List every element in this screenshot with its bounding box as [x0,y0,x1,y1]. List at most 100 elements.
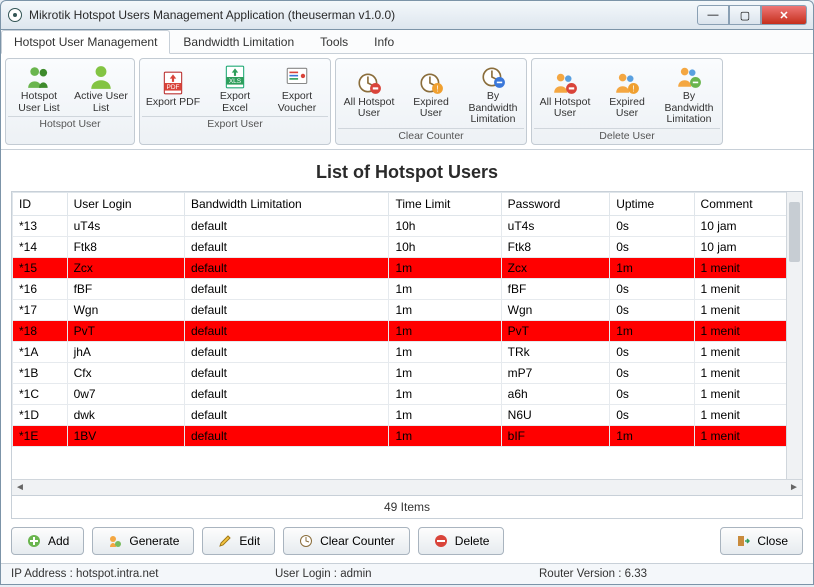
svg-text:XLS: XLS [229,78,242,85]
table-row[interactable]: *15Zcxdefault1mZcx1m1 menit [13,257,802,278]
export-pdf-button[interactable]: PDF Export PDF [142,61,204,116]
table-cell: 0s [610,404,694,425]
table-cell: Cfx [67,362,184,383]
table-cell: 1BV [67,425,184,446]
action-bar: Add Generate Edit Clear Counter Delete [11,519,803,559]
export-voucher-button[interactable]: Export Voucher [266,61,328,116]
delete-all-hotspot-user-button[interactable]: All Hotspot User [534,61,596,128]
close-button[interactable]: Close [720,527,803,555]
table-cell: *1A [13,341,68,362]
table-cell: default [184,362,389,383]
table-row[interactable]: *1E1BVdefault1mbIF1m1 menit [13,425,802,446]
table-cell: default [184,404,389,425]
table-cell: *18 [13,320,68,341]
status-router: Router Version : 6.33 [539,568,803,580]
vertical-scrollbar[interactable] [786,192,802,479]
delete-button[interactable]: Delete [418,527,505,555]
pdf-icon: PDF [160,69,186,97]
table-row[interactable]: *17Wgndefault1mWgn0s1 menit [13,299,802,320]
column-header[interactable]: ID [13,192,68,215]
table-cell: *1D [13,404,68,425]
table-row[interactable]: *1AjhAdefault1mTRk0s1 menit [13,341,802,362]
table-cell: default [184,278,389,299]
table-cell: 0s [610,362,694,383]
table-cell: 1m [389,383,501,404]
table-cell: *14 [13,236,68,257]
column-header[interactable]: Bandwidth Limitation [184,192,389,215]
clear-by-bandwidth-button[interactable]: By Bandwidth Limitation [462,61,524,128]
table-cell: uT4s [501,215,610,236]
clock-link-icon [480,63,506,91]
close-window-button[interactable]: ✕ [761,5,807,25]
clear-counter-button[interactable]: Clear Counter [283,527,410,555]
tab-hotspot-user-management[interactable]: Hotspot User Management [1,30,170,54]
edit-button[interactable]: Edit [202,527,275,555]
minus-icon [433,533,449,549]
svg-text:PDF: PDF [167,84,180,91]
active-user-list-button[interactable]: Active User List [70,61,132,116]
delete-expired-user-button[interactable]: ! Expired User [596,61,658,128]
table-cell: Zcx [67,257,184,278]
table-cell: PvT [67,320,184,341]
table-cell: default [184,341,389,362]
table-cell: 1m [389,362,501,383]
horizontal-scrollbar[interactable]: ◄► [12,479,802,495]
table-cell: bIF [501,425,610,446]
table-cell: 0w7 [67,383,184,404]
table-row[interactable]: *1BCfxdefault1mmP70s1 menit [13,362,802,383]
table-cell: *1B [13,362,68,383]
generate-icon [107,533,123,549]
tab-bandwidth-limitation[interactable]: Bandwidth Limitation [170,30,307,53]
table-cell: *13 [13,215,68,236]
ribbon-group-delete-user: All Hotspot User ! Expired User By Bandw… [531,58,723,145]
table-cell: Zcx [501,257,610,278]
ribbon-group-clear-counter: All Hotspot User ! Expired User By Bandw… [335,58,527,145]
table-cell: default [184,383,389,404]
minimize-button[interactable]: — [697,5,729,25]
table-row[interactable]: *14Ftk8default10hFtk80s10 jam [13,236,802,257]
table-cell: *16 [13,278,68,299]
users-link-icon [676,63,702,91]
hotspot-user-list-button[interactable]: Hotspot User List [8,61,70,116]
table-cell: a6h [501,383,610,404]
generate-button[interactable]: Generate [92,527,194,555]
table-row[interactable]: *18PvTdefault1mPvT1m1 menit [13,320,802,341]
ribbon-group-export-user: PDF Export PDF XLS Export Excel Export V… [139,58,331,145]
users-green-icon [26,63,52,91]
table-cell: default [184,257,389,278]
ribbon-group-hotspot-user: Hotspot User List Active User List Hotsp… [5,58,135,145]
export-excel-button[interactable]: XLS Export Excel [204,61,266,116]
table-cell: dwk [67,404,184,425]
table-cell: 1m [389,341,501,362]
table-cell: 0s [610,383,694,404]
table-row[interactable]: *16fBFdefault1mfBF0s1 menit [13,278,802,299]
column-header[interactable]: Password [501,192,610,215]
table-cell: default [184,320,389,341]
table-cell: PvT [501,320,610,341]
table-row[interactable]: *13uT4sdefault10huT4s0s10 jam [13,215,802,236]
table-row[interactable]: *1Ddwkdefault1mN6U0s1 menit [13,404,802,425]
items-count: 49 Items [11,496,803,519]
main-tabs: Hotspot User Management Bandwidth Limita… [1,30,813,54]
maximize-button[interactable]: ▢ [729,5,761,25]
table-cell: Ftk8 [67,236,184,257]
users-delete-icon [552,69,578,97]
table-cell: *1E [13,425,68,446]
table-cell: 0s [610,299,694,320]
table-cell: uT4s [67,215,184,236]
table-cell: N6U [501,404,610,425]
table-cell: 1m [389,278,501,299]
tab-tools[interactable]: Tools [307,30,361,53]
delete-by-bandwidth-button[interactable]: By Bandwidth Limitation [658,61,720,128]
column-header[interactable]: Uptime [610,192,694,215]
table-cell: *15 [13,257,68,278]
table-row[interactable]: *1C0w7default1ma6h0s1 menit [13,383,802,404]
add-button[interactable]: Add [11,527,84,555]
clear-expired-user-button[interactable]: ! Expired User [400,61,462,128]
clear-all-hotspot-user-button[interactable]: All Hotspot User [338,61,400,128]
column-header[interactable]: User Login [67,192,184,215]
table-cell: fBF [501,278,610,299]
tab-info[interactable]: Info [361,30,407,53]
table-cell: default [184,236,389,257]
column-header[interactable]: Time Limit [389,192,501,215]
